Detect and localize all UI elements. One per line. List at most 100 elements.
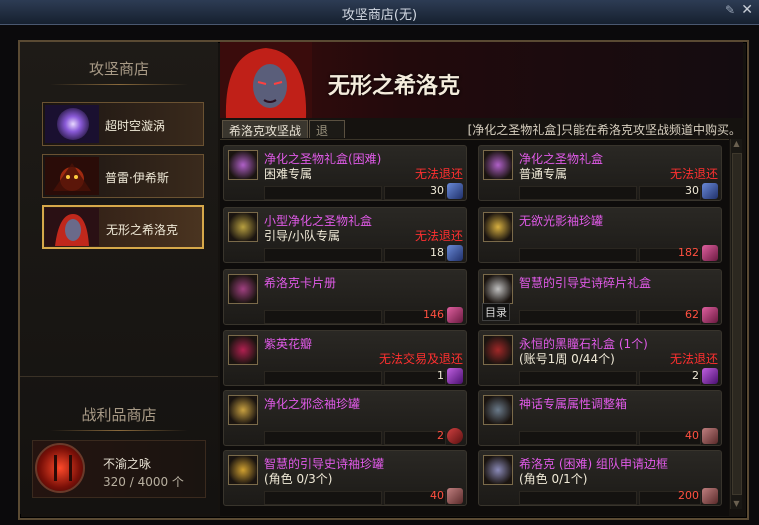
- item-info-slot: [264, 310, 382, 324]
- shop-item-card[interactable]: 小型净化之圣物礼盒 引导/小队专属 无法退还 18: [223, 207, 467, 263]
- item-info-slot: [519, 491, 637, 505]
- dungeon-label: 普雷·伊希斯: [105, 171, 169, 185]
- party-frame-icon: [483, 455, 513, 485]
- scroll-thumb[interactable]: [732, 153, 742, 495]
- shop-heading: 攻坚商店: [88, 60, 149, 78]
- gift-box-icon: [228, 150, 258, 180]
- item-info-slot: [519, 248, 637, 262]
- item-price: 30: [685, 184, 699, 197]
- item-name: 神话专属属性调整箱: [519, 397, 628, 411]
- shop-item-card[interactable]: 净化之邪念袖珍罐 2: [223, 390, 467, 446]
- item-subtext: (角色 0/3个): [264, 472, 333, 486]
- dungeon-label: 无形之希洛克: [106, 223, 179, 237]
- currency-icon: [702, 368, 718, 384]
- spoils-heading: 战利品商店: [81, 406, 157, 424]
- spoils-currency-count: 320 / 4000 个: [103, 475, 184, 489]
- currency-icon: [447, 368, 463, 384]
- shop-item-card[interactable]: 希洛克卡片册 146: [223, 269, 467, 325]
- currency-icon: [447, 428, 463, 444]
- epic-jar-icon: [228, 455, 258, 485]
- item-price: 2: [437, 429, 444, 442]
- currency-icon: [702, 245, 718, 261]
- shop-item-card[interactable]: 智慧的引导史诗碎片礼盒 62: [478, 269, 722, 325]
- currency-icon: [702, 307, 718, 323]
- item-subtext: 困难专属: [264, 167, 313, 181]
- currency-icon: [702, 488, 718, 504]
- isis-thumbnail: [45, 157, 99, 195]
- currency-icon: [447, 245, 463, 261]
- item-list-scrollbar[interactable]: ▲ ▼: [730, 139, 742, 509]
- dungeon-tab-time-vortex[interactable]: 超时空漩涡: [42, 102, 204, 146]
- item-name: 无欲光影袖珍罐: [519, 214, 604, 228]
- epic-fragment-box-icon: [483, 274, 513, 304]
- catalog-tooltip: 目录: [482, 303, 510, 321]
- petal-icon: [228, 335, 258, 365]
- siroco-thumbnail: [45, 208, 99, 246]
- heading-divider: [50, 84, 188, 85]
- shop-item-card[interactable]: 无欲光影袖珍罐 182: [478, 207, 722, 263]
- item-price: 40: [430, 489, 444, 502]
- black-stone-box-icon: [483, 335, 513, 365]
- pin-icon[interactable]: ✎: [725, 3, 735, 17]
- item-restriction: 无法退还: [414, 229, 463, 243]
- small-gift-box-icon: [228, 212, 258, 242]
- orb-jar-icon: [228, 395, 258, 425]
- item-name: 紫英花瓣: [264, 337, 313, 351]
- tab-siroco-raid[interactable]: 希洛克攻坚战: [222, 120, 308, 138]
- shop-item-card[interactable]: 紫英花瓣 无法交易及退还 1: [223, 330, 467, 386]
- item-price: 30: [430, 184, 444, 197]
- section-divider: [20, 376, 218, 377]
- currency-icon: [447, 183, 463, 199]
- currency-icon: [447, 307, 463, 323]
- dungeon-tab-prey-isis[interactable]: 普雷·伊希斯: [42, 154, 204, 198]
- window-titlebar: 攻坚商店(无) ✎ ✕: [0, 0, 759, 25]
- currency-icon: [702, 428, 718, 444]
- spoils-currency-name: 不渝之咏: [103, 457, 152, 471]
- spoils-heading-divider: [50, 430, 188, 431]
- shop-item-card[interactable]: 神话专属属性调整箱 40: [478, 390, 722, 446]
- mythic-box-icon: [483, 395, 513, 425]
- item-info-slot: [264, 491, 382, 505]
- item-name: 希洛克卡片册: [264, 276, 337, 290]
- purchase-notice: [净化之圣物礼盒]只能在希洛克攻坚战频道中购买。: [467, 123, 741, 137]
- item-price: 18: [430, 246, 444, 259]
- item-info-slot: [519, 186, 637, 200]
- item-restriction: 无法退还: [669, 167, 718, 181]
- close-icon[interactable]: ✕: [741, 2, 753, 18]
- item-info-slot: [519, 310, 637, 324]
- dungeon-tab-siroco[interactable]: 无形之希洛克: [42, 205, 204, 249]
- spoils-currency[interactable]: 不渝之咏 320 / 4000 个: [32, 440, 206, 498]
- spoils-emblem-icon: [35, 443, 85, 493]
- dungeon-label: 超时空漩涡: [105, 119, 166, 133]
- item-info-slot: [264, 431, 382, 445]
- banner-title: 无形之希洛克: [328, 74, 461, 99]
- shop-item-card[interactable]: 永恒的黑瞳石礼盒 (1个) (账号1周 0/44个) 无法退还 2: [478, 330, 722, 386]
- gift-box-icon: [483, 150, 513, 180]
- scroll-up-icon[interactable]: ▲: [731, 139, 742, 149]
- siroco-portrait: [220, 42, 312, 118]
- item-restriction: 无法退还: [414, 167, 463, 181]
- item-subtext: 引导/小队专属: [264, 229, 341, 243]
- item-subtext: 普通专属: [519, 167, 568, 181]
- scroll-down-icon[interactable]: ▼: [731, 499, 742, 509]
- item-price: 200: [678, 489, 699, 502]
- currency-icon: [702, 183, 718, 199]
- item-restriction: 无法交易及退还: [378, 352, 463, 366]
- item-name: 智慧的引导史诗碎片礼盒: [519, 276, 652, 290]
- shop-item-card[interactable]: 净化之圣物礼盒 普通专属 无法退还 30: [478, 145, 722, 201]
- shop-item-card[interactable]: 希洛克 (困难) 组队申请边框 (角色 0/1个) 200: [478, 450, 722, 506]
- item-subtext: (账号1周 0/44个): [519, 352, 615, 366]
- item-info-slot: [264, 371, 382, 385]
- item-info-slot: [264, 186, 382, 200]
- currency-icon: [447, 488, 463, 504]
- item-info-slot: [519, 371, 637, 385]
- item-price: 146: [423, 308, 444, 321]
- shop-item-card[interactable]: 净化之圣物礼盒(困难) 困难专属 无法退还 30: [223, 145, 467, 201]
- item-info-slot: [264, 248, 382, 262]
- vortex-thumbnail: [45, 105, 99, 143]
- tab-refund[interactable]: 退还: [309, 120, 345, 155]
- item-price: 182: [678, 246, 699, 259]
- item-subtext: (角色 0/1个): [519, 472, 588, 486]
- window-title: 攻坚商店(无): [341, 8, 418, 23]
- shop-item-card[interactable]: 智慧的引导史诗袖珍罐 (角色 0/3个) 40: [223, 450, 467, 506]
